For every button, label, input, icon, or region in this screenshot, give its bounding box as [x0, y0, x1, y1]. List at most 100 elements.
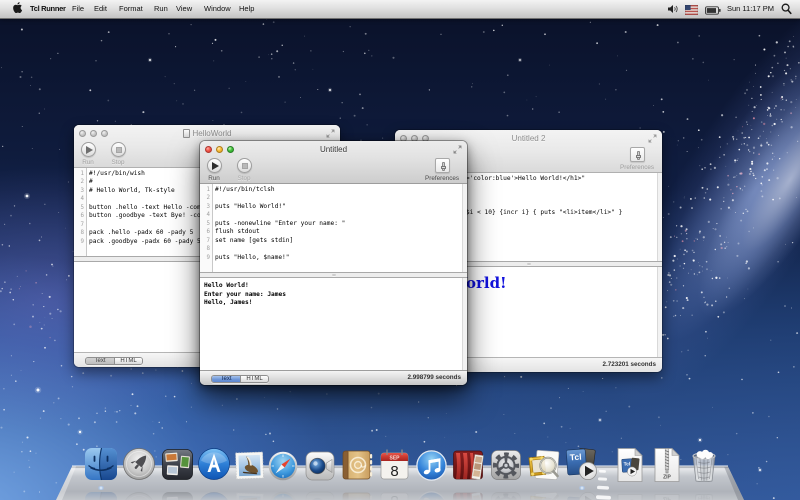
- preferences-button[interactable]: Preferences: [620, 147, 654, 171]
- code-text: # Hello World, Tk-style: [89, 187, 175, 196]
- finder-icon: [84, 447, 118, 481]
- line-number: 6: [74, 212, 84, 221]
- dock-item-preview[interactable]: [528, 449, 561, 486]
- dock-item-finder[interactable]: [84, 447, 118, 486]
- output-scrollbar[interactable]: [462, 278, 467, 370]
- dock-item-facetime[interactable]: [305, 451, 335, 486]
- dock-item-system-preferences[interactable]: [490, 449, 522, 486]
- fullscreen-icon[interactable]: [453, 145, 462, 154]
- dock-item-trash[interactable]: [689, 449, 719, 488]
- title-bar[interactable]: Untitled: [200, 141, 467, 157]
- safari-icon: [268, 451, 298, 481]
- output-pane[interactable]: Hello World!Enter your name: JamesHello,…: [200, 278, 467, 370]
- menu-edit[interactable]: Edit: [94, 0, 107, 18]
- output-scrollbar[interactable]: [657, 267, 662, 357]
- fullscreen-icon[interactable]: [648, 134, 657, 143]
- code-text: pack .hello -padx 60 -pady 5: [89, 229, 193, 238]
- zoom-button[interactable]: [227, 146, 234, 153]
- close-button[interactable]: [205, 146, 212, 153]
- tcl-document-icon: Tcl: [615, 447, 645, 483]
- menu-bar: Tcl Runner File Edit Format Run View Win…: [0, 0, 800, 19]
- spotlight-menu[interactable]: [781, 3, 792, 21]
- tcl-doc-text: Tcl: [624, 461, 631, 467]
- preview-icon: [528, 449, 561, 481]
- system-preferences-icon: [490, 449, 522, 481]
- tcl-app-text: Tcl: [569, 452, 581, 463]
- dock-item-tcl-document[interactable]: Tcl: [615, 447, 645, 488]
- menu-view[interactable]: View: [176, 0, 192, 18]
- stop-button[interactable]: Stop: [230, 158, 258, 182]
- zoom-button[interactable]: [101, 130, 108, 137]
- dock: SEP 8: [0, 452, 800, 500]
- tab-text[interactable]: Text: [86, 358, 114, 364]
- dock-item-mission-control[interactable]: [161, 448, 194, 486]
- running-indicator-tcl-runner: [578, 486, 586, 490]
- code-line: 3puts "Hello World!": [200, 203, 467, 212]
- dock-item-zip-archive[interactable]: ZIP: [652, 447, 682, 488]
- code-line: 7set name [gets stdin]: [200, 237, 467, 246]
- editor-scrollbar[interactable]: [462, 184, 467, 272]
- battery-menu-extra[interactable]: [705, 4, 721, 22]
- output-line: Hello, James!: [204, 299, 467, 308]
- input-menu-extra[interactable]: [685, 4, 698, 22]
- ical-icon: SEP 8: [379, 449, 410, 481]
- run-button-circle: [81, 142, 96, 157]
- volume-icon: [667, 3, 679, 15]
- menu-file[interactable]: File: [72, 0, 84, 18]
- dock-item-itunes[interactable]: [416, 450, 447, 486]
- window-untitled[interactable]: Untitled Run Stop Preferences 1#!/usr/bi…: [200, 141, 467, 385]
- code-editor[interactable]: 1#!/usr/bin/tclsh23puts "Hello World!"45…: [200, 184, 467, 272]
- code-line: 4: [200, 211, 467, 220]
- tab-html[interactable]: HTML: [240, 376, 268, 382]
- calendar-day-text: 8: [390, 463, 398, 480]
- battery-icon: [705, 6, 721, 15]
- line-number: 4: [200, 211, 210, 220]
- window-title: HelloWorld: [114, 125, 300, 141]
- run-button[interactable]: Run: [74, 142, 102, 166]
- fullscreen-icon[interactable]: [326, 129, 335, 138]
- dock-item-app-store[interactable]: [197, 447, 231, 486]
- facetime-icon: [305, 451, 335, 481]
- menu-window[interactable]: Window: [204, 0, 231, 18]
- code-line: 2: [200, 194, 467, 203]
- code-line: 9puts "Hello, $name!": [200, 254, 467, 263]
- window-title: Untitled: [240, 141, 427, 157]
- line-number: 3: [200, 203, 210, 212]
- apple-menu[interactable]: [13, 0, 22, 18]
- dock-item-safari[interactable]: [268, 451, 298, 486]
- code-line: 5puts -nonewline "Enter your name: ": [200, 220, 467, 229]
- clock-menu[interactable]: Sun 11:17 PM: [727, 0, 774, 18]
- tab-html[interactable]: HTML: [114, 358, 142, 364]
- run-button[interactable]: Run: [200, 158, 228, 182]
- tab-text[interactable]: Text: [212, 376, 240, 382]
- dock-item-mail[interactable]: [234, 450, 265, 486]
- editor-scrollbar[interactable]: [657, 173, 662, 261]
- toolbar: Run Stop Preferences: [200, 157, 467, 184]
- view-mode-segmented: Text HTML: [211, 375, 269, 383]
- menu-run[interactable]: Run: [154, 0, 168, 18]
- dock-item-tcl-runner[interactable]: Tcl: [564, 447, 600, 486]
- menu-app[interactable]: Tcl Runner: [30, 0, 66, 18]
- volume-menu-extra[interactable]: [667, 3, 679, 21]
- spotlight-icon: [781, 3, 792, 15]
- us-flag-icon: [685, 5, 698, 15]
- trash-icon: [689, 449, 719, 483]
- dock-item-launchpad[interactable]: [122, 447, 156, 486]
- title-bar[interactable]: HelloWorld: [74, 125, 340, 141]
- close-button[interactable]: [79, 130, 86, 137]
- play-icon: [212, 162, 219, 170]
- stop-button[interactable]: Stop: [104, 142, 132, 166]
- output-line: Enter your name: James: [204, 291, 467, 300]
- minimize-button[interactable]: [90, 130, 97, 137]
- code-text: #!/usr/bin/tclsh: [215, 186, 275, 195]
- minimize-button[interactable]: [216, 146, 223, 153]
- apple-logo-icon: [13, 2, 22, 13]
- dock-item-photo-booth[interactable]: [452, 449, 484, 486]
- preferences-button[interactable]: Preferences: [425, 158, 459, 182]
- dock-item-ical[interactable]: SEP 8: [379, 449, 410, 486]
- line-number: 1: [74, 170, 84, 179]
- dock-item-address-book[interactable]: [341, 449, 373, 486]
- line-number: 7: [74, 221, 84, 230]
- menu-format[interactable]: Format: [119, 0, 143, 18]
- menu-help[interactable]: Help: [239, 0, 254, 18]
